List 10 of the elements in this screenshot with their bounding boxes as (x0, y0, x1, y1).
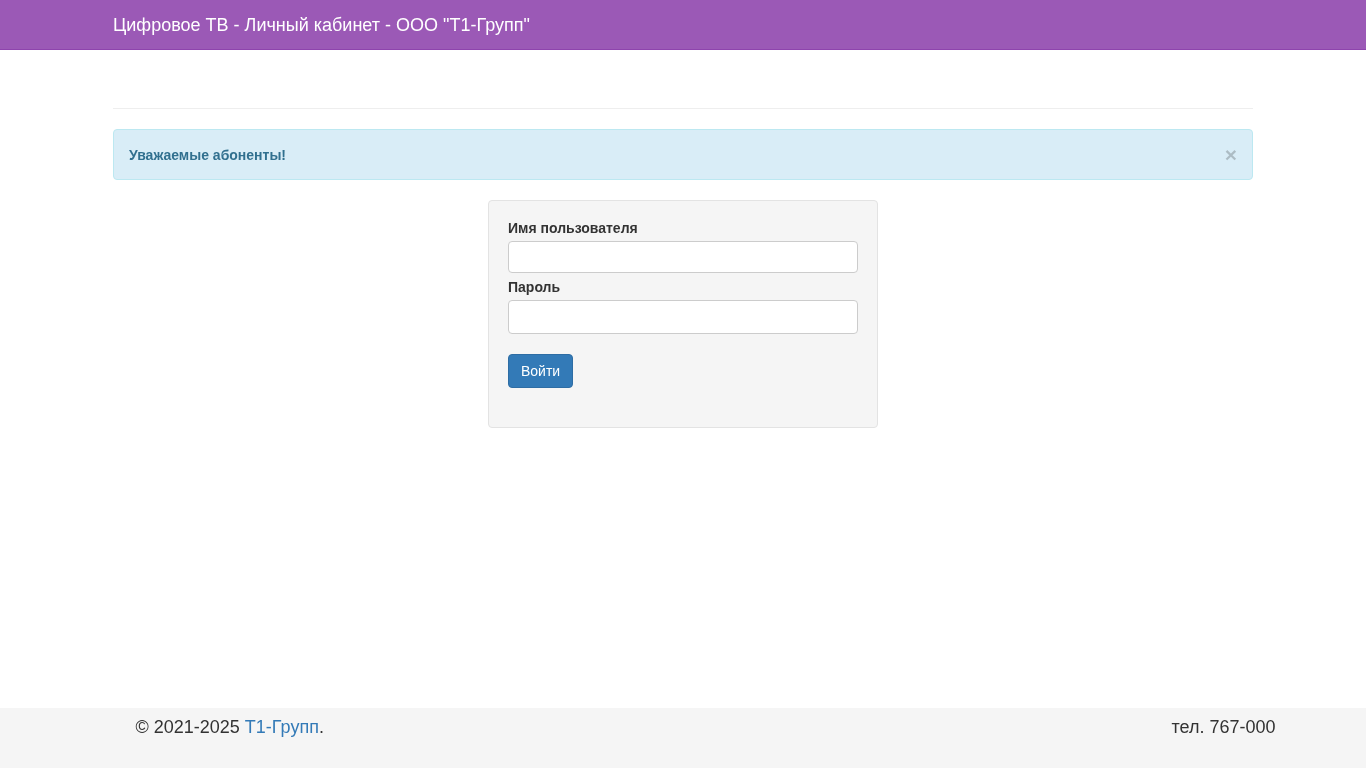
site-title[interactable]: Цифровое ТВ - Личный кабинет - ООО "Т1-Групп" (113, 0, 530, 50)
username-field[interactable] (508, 241, 858, 273)
password-field[interactable] (508, 300, 858, 334)
field-label: Имя пользователя (508, 220, 639, 236)
login-button[interactable]: Войти (508, 354, 574, 388)
company-link[interactable]: Т1-Групп (244, 717, 319, 737)
alert-text: Уважаемые абоненты! (129, 146, 286, 163)
copyright-text: © 2021-2025 Т1-Групп. (135, 716, 324, 739)
field-label: Пароль (508, 279, 562, 295)
phone-text: тел. 767-000 (1171, 716, 1276, 739)
